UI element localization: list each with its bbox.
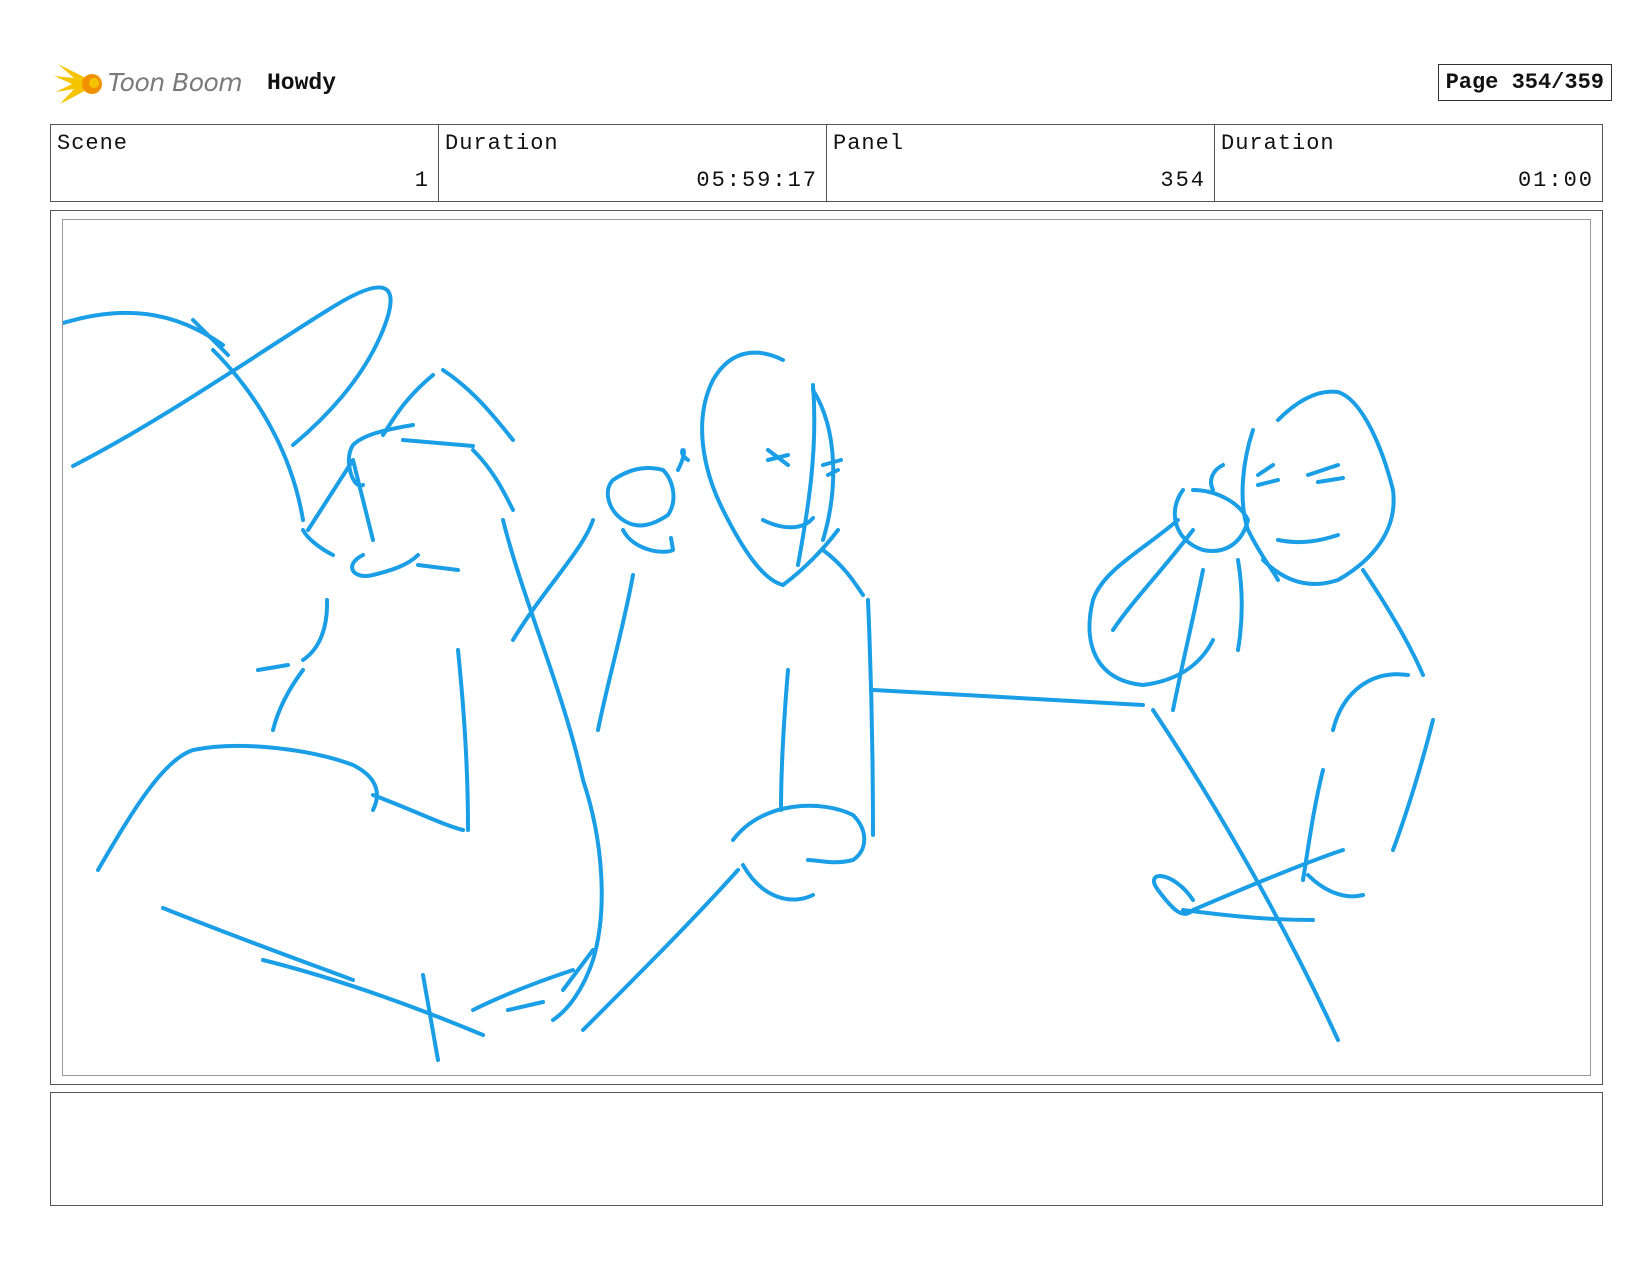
panel-notes-box <box>50 1092 1603 1206</box>
panel-value: 354 <box>1160 168 1206 193</box>
panel-duration-label: Duration <box>1221 131 1335 156</box>
scene-duration-label: Duration <box>445 131 559 156</box>
scene-value: 1 <box>414 168 430 193</box>
storyboard-panel-frame <box>50 210 1603 1085</box>
scene-duration-value: 05:59:17 <box>696 168 818 193</box>
page-header: Toon Boom Howdy Page 354/359 <box>52 58 1612 108</box>
scene-duration-cell: Duration 05:59:17 <box>439 125 827 201</box>
project-title: Howdy <box>267 70 337 96</box>
panel-info-table: Scene 1 Duration 05:59:17 Panel 354 Dura… <box>50 124 1603 202</box>
storyboard-panel-image <box>62 219 1591 1076</box>
page-indicator: Page 354/359 <box>1437 64 1612 101</box>
scene-cell: Scene 1 <box>51 125 439 201</box>
toon-boom-burst-icon <box>54 64 102 104</box>
sketch-drawing <box>63 285 1435 1062</box>
panel-duration-cell: Duration 01:00 <box>1215 125 1602 201</box>
panel-cell: Panel 354 <box>827 125 1215 201</box>
sketch-strokes <box>63 285 1435 1062</box>
panel-duration-value: 01:00 <box>1517 168 1594 193</box>
logo-text: Toon Boom <box>108 68 243 97</box>
panel-label: Panel <box>833 131 905 156</box>
toon-boom-logo: Toon Boom <box>52 58 252 108</box>
scene-label: Scene <box>57 131 129 156</box>
